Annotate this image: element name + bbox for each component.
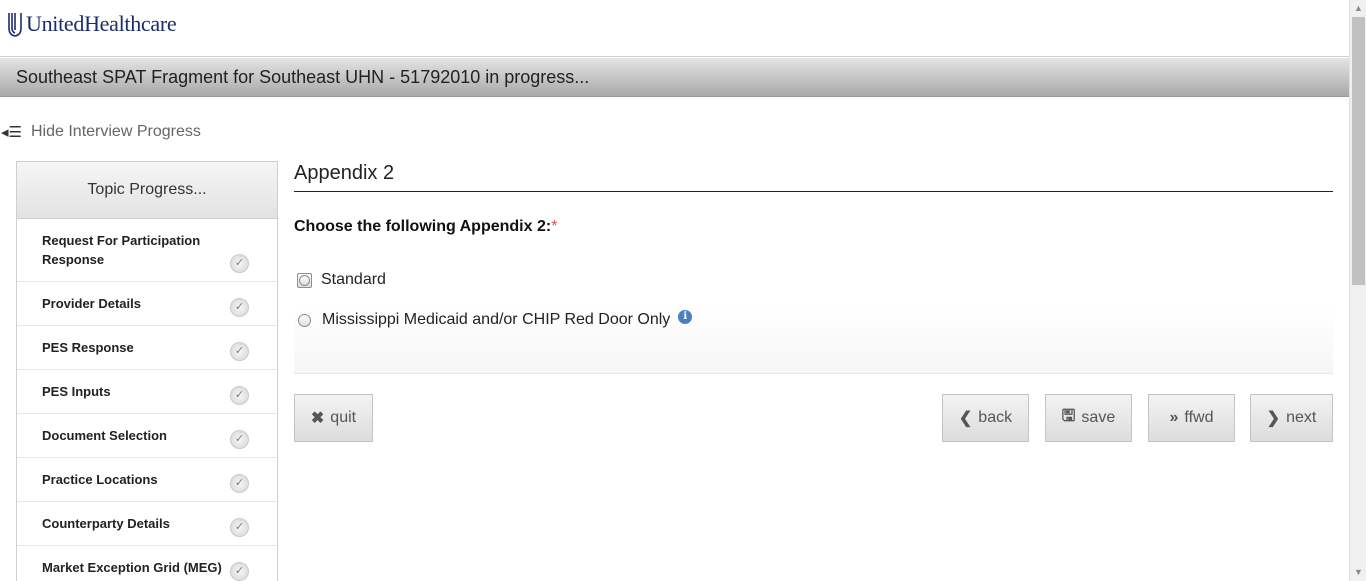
sidebar-item-label: PES Inputs [42, 384, 111, 399]
scroll-up-arrow-icon[interactable]: ▲ [1350, 0, 1366, 17]
interview-title: Southeast SPAT Fragment for Southeast UH… [16, 67, 590, 87]
section-title: Appendix 2 [294, 158, 1333, 192]
sidebar-item-counterparty-details[interactable]: Counterparty Details ✓ [17, 502, 277, 546]
brand-name: UnitedHealthcare [26, 11, 177, 36]
double-chevron-right-icon: » [1169, 409, 1179, 426]
check-icon: ✓ [230, 430, 249, 449]
topic-progress-heading: Topic Progress... [17, 162, 277, 219]
radio-standard[interactable] [297, 272, 312, 288]
chevron-right-icon: ❯ [1266, 410, 1281, 427]
sidebar-item-pes-response[interactable]: PES Response ✓ [17, 326, 277, 370]
ffwd-label: ffwd [1184, 409, 1214, 426]
save-button[interactable]: 🖫 save [1045, 394, 1132, 442]
scrollbar-thumb[interactable] [1352, 17, 1365, 285]
check-icon: ✓ [230, 386, 249, 405]
close-icon: ✖ [310, 410, 325, 427]
sidebar-item-document-selection[interactable]: Document Selection ✓ [17, 414, 277, 458]
sidebar-item-label: Practice Locations [42, 472, 158, 487]
unitedhealthcare-logo[interactable]: UnitedHealthcare [8, 10, 177, 38]
radio-mississippi-medicaid[interactable] [298, 313, 311, 327]
sidebar-item-label: Counterparty Details [42, 516, 170, 531]
floppy-disk-icon: 🖫 [1061, 407, 1076, 425]
question-label: Choose the following Appendix 2:* [294, 218, 1333, 236]
option-label: Standard [321, 271, 386, 288]
info-icon[interactable]: i [678, 310, 693, 324]
chevron-left-icon: ❮ [958, 410, 973, 427]
check-icon: ✓ [230, 474, 249, 493]
sidebar-item-market-exception-grid[interactable]: Market Exception Grid (MEG) ✓ [17, 546, 277, 581]
sidebar-item-pes-inputs[interactable]: PES Inputs ✓ [17, 370, 277, 414]
sidebar-item-label: PES Response [42, 340, 134, 355]
sidebar-item-label: Request For Participation Response [42, 233, 201, 267]
ffwd-button[interactable]: » ffwd [1148, 394, 1235, 442]
sidebar-item-request-for-participation-response[interactable]: Request For Participation Response ✓ [17, 219, 277, 282]
sidebar-item-label: Document Selection [42, 428, 167, 443]
option-mississippi-medicaid[interactable]: Mississippi Medicaid and/or CHIP Red Doo… [294, 310, 693, 329]
hide-interview-progress-toggle[interactable]: ◂☰ Hide Interview Progress [1, 122, 201, 142]
sidebar-item-provider-details[interactable]: Provider Details ✓ [17, 282, 277, 326]
next-label: next [1286, 409, 1317, 426]
list-collapse-icon: ◂☰ [1, 124, 22, 141]
appendix-options: Standard Mississippi Medicaid and/or CHI… [294, 262, 1333, 374]
next-button[interactable]: ❯ next [1250, 394, 1333, 442]
check-icon: ✓ [230, 254, 249, 273]
check-icon: ✓ [230, 342, 249, 361]
question-text: Choose the following Appendix 2: [294, 218, 552, 235]
save-label: save [1081, 409, 1116, 426]
check-icon: ✓ [230, 562, 249, 581]
scroll-down-arrow-icon[interactable]: ▼ [1350, 564, 1366, 581]
interview-title-bar: Southeast SPAT Fragment for Southeast UH… [0, 58, 1349, 97]
option-standard[interactable]: Standard [294, 271, 386, 289]
topic-progress-panel: Topic Progress... Request For Participat… [16, 161, 278, 581]
vertical-scrollbar[interactable]: ▲ ▼ [1349, 0, 1366, 581]
check-icon: ✓ [230, 518, 249, 537]
sidebar-item-practice-locations[interactable]: Practice Locations ✓ [17, 458, 277, 502]
quit-label: quit [330, 409, 357, 426]
sidebar-item-label: Market Exception Grid (MEG) [42, 560, 222, 575]
back-label: back [978, 409, 1013, 426]
hide-interview-progress-label: Hide Interview Progress [31, 123, 201, 140]
check-icon: ✓ [230, 298, 249, 317]
option-label: Mississippi Medicaid and/or CHIP Red Doo… [322, 311, 671, 328]
interview-main: Appendix 2 Choose the following Appendix… [294, 158, 1333, 374]
logo-bar: UnitedHealthcare [0, 0, 1349, 57]
shield-logo-icon [8, 13, 22, 37]
sidebar-item-label: Provider Details [42, 296, 141, 311]
required-marker: * [551, 218, 558, 235]
quit-button[interactable]: ✖ quit [294, 394, 373, 442]
back-button[interactable]: ❮ back [942, 394, 1029, 442]
